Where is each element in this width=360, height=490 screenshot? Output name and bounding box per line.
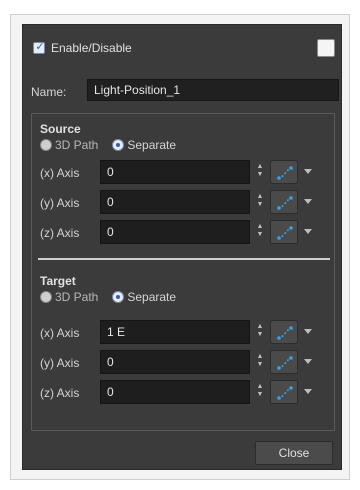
color-swatch[interactable] (317, 39, 335, 57)
chevron-down-icon[interactable] (304, 359, 312, 364)
position-group: Source 3D Path Separate (x) Axis 0 ▲ ▼ (y… (31, 113, 335, 431)
target-x-axis-field[interactable]: 1 E (100, 320, 250, 344)
source-y-axis-row: (y) Axis 0 ▲ ▼ (32, 190, 336, 216)
chevron-down-icon[interactable] (304, 389, 312, 394)
target-x-axis-row: (x) Axis 1 E ▲ ▼ (32, 320, 336, 346)
light-position-dialog: ✓ Enable/Disable Name: Light-Position_1 … (22, 24, 342, 470)
section-divider (38, 258, 330, 260)
spinner-arrows-icon[interactable]: ▲ ▼ (256, 193, 264, 211)
source-z-axis-field[interactable]: 0 (100, 220, 250, 244)
function-curve-icon (277, 226, 293, 240)
spinner-arrows-icon[interactable]: ▲ ▼ (256, 383, 264, 401)
target-title: Target (40, 274, 76, 288)
chevron-down-icon[interactable] (304, 229, 312, 234)
spinner-arrows-icon[interactable]: ▲ ▼ (256, 223, 264, 241)
source-y-axis-field[interactable]: 0 (100, 190, 250, 214)
axis-label: (z) Axis (40, 226, 80, 240)
enable-label: Enable/Disable (51, 41, 132, 55)
enable-row[interactable]: ✓ Enable/Disable (33, 39, 132, 57)
source-title: Source (40, 122, 81, 136)
chevron-down-icon[interactable] (304, 199, 312, 204)
function-button[interactable] (270, 220, 298, 244)
function-curve-icon (277, 196, 293, 210)
target-3d-path-radio[interactable] (40, 291, 52, 303)
target-z-axis-row: (z) Axis 0 ▲ ▼ (32, 380, 336, 406)
target-separate-label: Separate (127, 290, 177, 304)
function-button[interactable] (270, 190, 298, 214)
target-3d-path-label: 3D Path (55, 290, 99, 304)
axis-label: (x) Axis (40, 166, 80, 180)
function-button[interactable] (270, 380, 298, 404)
target-y-axis-row: (y) Axis 0 ▲ ▼ (32, 350, 336, 376)
spinner-arrows-icon[interactable]: ▲ ▼ (256, 163, 264, 181)
target-mode-row: 3D Path Separate (40, 289, 190, 305)
axis-label: (z) Axis (40, 386, 80, 400)
target-separate-radio[interactable] (112, 291, 125, 303)
source-separate-label: Separate (127, 138, 177, 152)
function-curve-icon (277, 386, 293, 400)
function-curve-icon (277, 356, 293, 370)
target-y-axis-field[interactable]: 0 (100, 350, 250, 374)
close-button[interactable]: Close (255, 441, 333, 465)
function-button[interactable] (270, 350, 298, 374)
name-label: Name: (31, 85, 67, 99)
spinner-arrows-icon[interactable]: ▲ ▼ (256, 353, 264, 371)
enable-checkbox[interactable]: ✓ (33, 41, 45, 54)
source-3d-path-label: 3D Path (55, 138, 99, 152)
function-button[interactable] (270, 320, 298, 344)
axis-label: (y) Axis (40, 196, 80, 210)
check-icon: ✓ (35, 41, 45, 53)
source-z-axis-row: (z) Axis 0 ▲ ▼ (32, 220, 336, 246)
function-button[interactable] (270, 160, 298, 184)
source-mode-row: 3D Path Separate (40, 137, 190, 153)
chevron-down-icon[interactable] (304, 329, 312, 334)
target-z-axis-field[interactable]: 0 (100, 380, 250, 404)
chevron-down-icon[interactable] (304, 169, 312, 174)
source-x-axis-row: (x) Axis 0 ▲ ▼ (32, 160, 336, 186)
function-curve-icon (277, 166, 293, 180)
source-separate-radio[interactable] (112, 139, 125, 151)
source-x-axis-field[interactable]: 0 (100, 160, 250, 184)
source-3d-path-radio[interactable] (40, 139, 52, 151)
spinner-arrows-icon[interactable]: ▲ ▼ (256, 323, 264, 341)
axis-label: (y) Axis (40, 356, 80, 370)
axis-label: (x) Axis (40, 326, 80, 340)
name-field[interactable]: Light-Position_1 (87, 79, 339, 101)
function-curve-icon (277, 326, 293, 340)
